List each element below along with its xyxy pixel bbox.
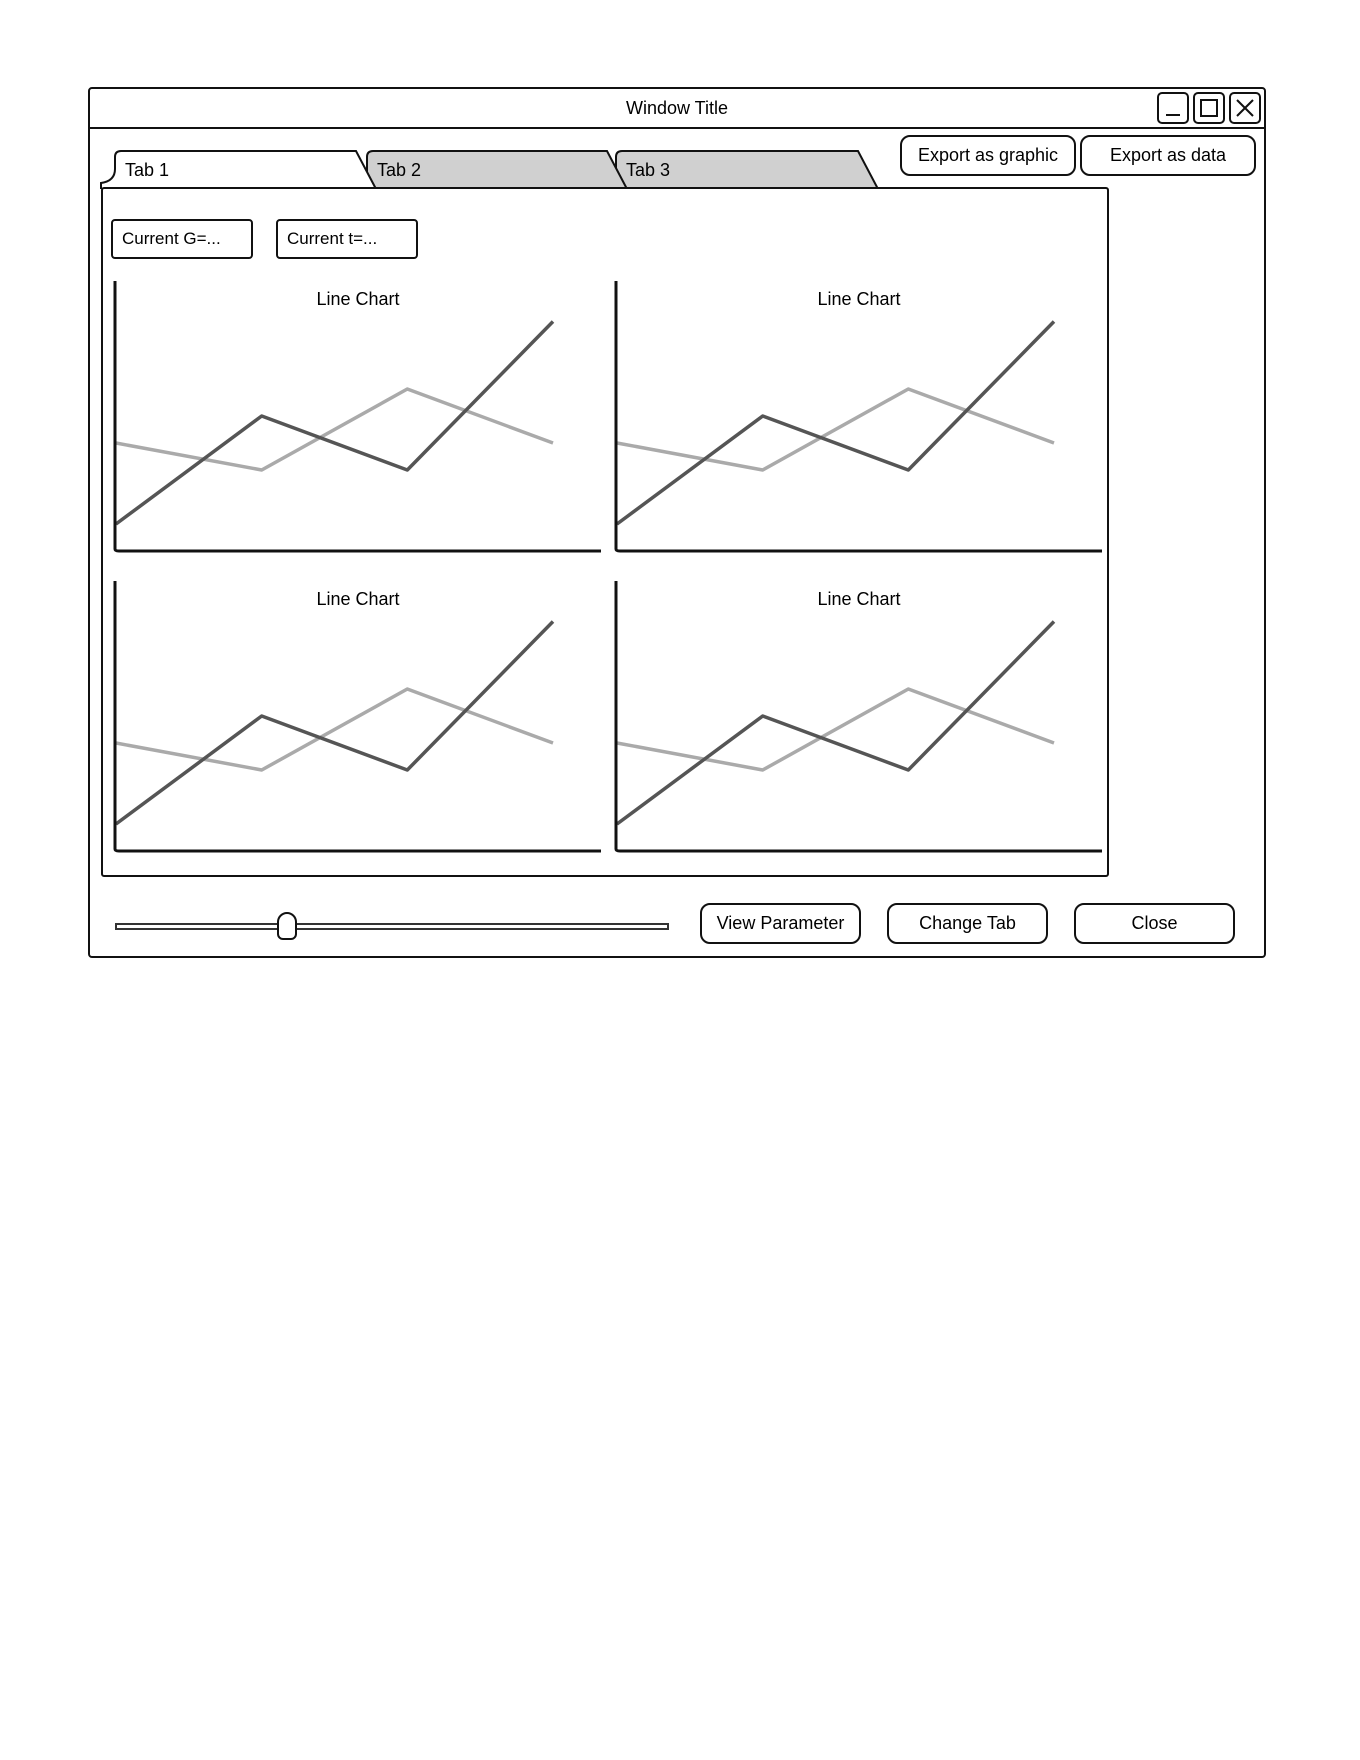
chart-plot	[113, 581, 601, 853]
title-bar[interactable]: Window Title	[90, 89, 1264, 129]
series-line-2	[616, 687, 1055, 772]
close-window-button[interactable]	[1229, 92, 1261, 124]
tab-panel: Current G=... Current t=... Line Chart L…	[101, 187, 1109, 877]
series-line-2	[115, 687, 554, 772]
maximize-icon	[1200, 99, 1218, 117]
current-t-field[interactable]: Current t=...	[276, 219, 418, 259]
current-g-field[interactable]: Current G=...	[111, 219, 253, 259]
tab-3-label: Tab 3	[626, 160, 671, 180]
maximize-button[interactable]	[1193, 92, 1225, 124]
line-chart-top-right: Line Chart	[614, 281, 1104, 561]
series-line-2	[616, 387, 1055, 472]
minimize-button[interactable]	[1157, 92, 1189, 124]
export-data-button[interactable]: Export as data	[1080, 135, 1256, 176]
series-line-1	[114, 620, 555, 826]
close-button[interactable]: Close	[1074, 903, 1235, 944]
series-line-1	[615, 320, 1056, 526]
tab-2[interactable]: Tab 2	[367, 151, 617, 189]
series-line-1	[114, 320, 555, 526]
chart-plot	[614, 281, 1102, 553]
tab-2-label: Tab 2	[377, 160, 422, 180]
chart-plot	[113, 281, 601, 553]
slider-track[interactable]	[115, 923, 669, 930]
window-title: Window Title	[625, 98, 729, 118]
chart-plot	[614, 581, 1102, 853]
change-tab-button[interactable]: Change Tab	[887, 903, 1048, 944]
slider-thumb[interactable]	[276, 912, 297, 940]
minimize-icon	[1166, 114, 1180, 116]
tab-3[interactable]: Tab 3	[616, 151, 866, 189]
line-chart-bottom-left: Line Chart	[113, 581, 603, 861]
app-window: Window Title Tab 1 Tab 2 Tab 3 Export as…	[88, 87, 1266, 958]
close-icon	[1236, 99, 1254, 117]
series-line-2	[115, 387, 554, 472]
tab-1-label: Tab 1	[125, 160, 170, 180]
view-parameter-button[interactable]: View Parameter	[700, 903, 861, 944]
line-chart-bottom-right: Line Chart	[614, 581, 1104, 861]
export-graphic-button[interactable]: Export as graphic	[900, 135, 1076, 176]
tab-1[interactable]: Tab 1	[115, 151, 365, 189]
line-chart-top-left: Line Chart	[113, 281, 603, 561]
series-line-1	[615, 620, 1056, 826]
